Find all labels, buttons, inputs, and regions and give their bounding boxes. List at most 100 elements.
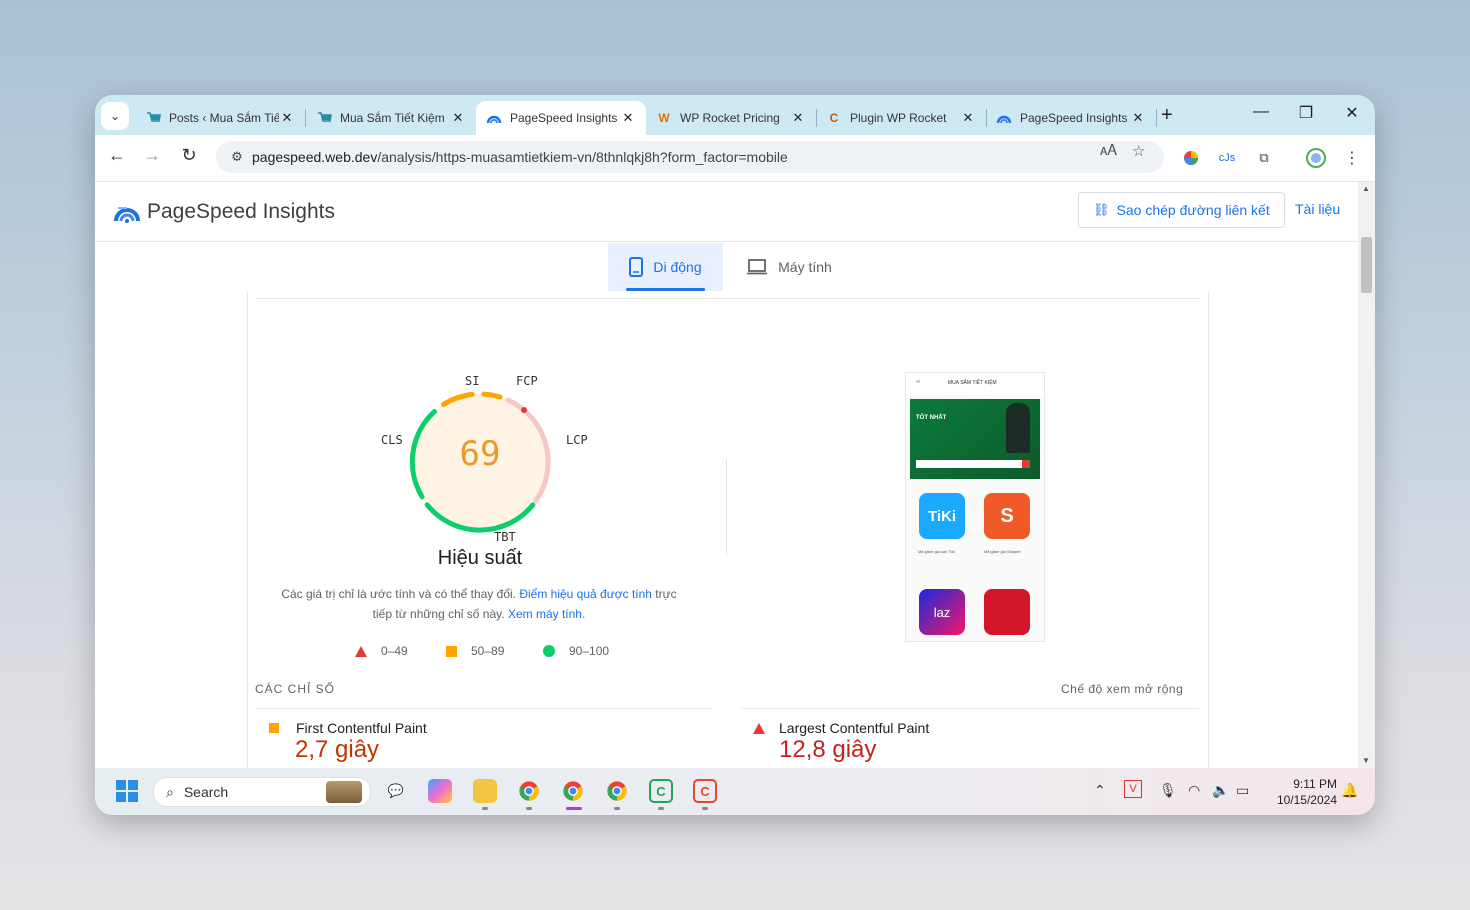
divider: [255, 708, 713, 709]
close-window-icon[interactable]: ✕: [1337, 103, 1367, 123]
shopee-logo: S: [984, 493, 1030, 539]
gauge-marker: [521, 407, 527, 413]
restore-icon[interactable]: ❐: [1291, 103, 1321, 123]
page-content: PageSpeed Insights ⛓ Sao chép đường liên…: [95, 182, 1358, 768]
close-icon[interactable]: ✕: [1130, 110, 1146, 126]
tab-mobile-label: Di động: [653, 259, 702, 275]
battery-icon[interactable]: ▭: [1236, 782, 1249, 799]
scroll-down-arrow-icon[interactable]: ▼: [1362, 756, 1370, 765]
reload-icon[interactable]: ↻: [177, 145, 201, 166]
docs-link[interactable]: Tài liệu: [1295, 201, 1340, 217]
new-tab-icon[interactable]: +: [1161, 104, 1173, 127]
clock-time: 9:11 PM: [1293, 777, 1337, 791]
close-icon[interactable]: ✕: [450, 110, 466, 126]
notification-bell-icon[interactable]: 🔔: [1341, 782, 1358, 799]
gauge-label-fcp: FCP: [516, 374, 538, 388]
vertical-scrollbar[interactable]: ▲ ▼: [1358, 182, 1375, 768]
pagespeed-icon: [486, 110, 502, 126]
fahasa-logo: [984, 589, 1030, 635]
volume-icon[interactable]: 🔈: [1212, 782, 1229, 799]
windows-start-icon[interactable]: [116, 780, 138, 802]
translate-icon[interactable]: 🗚: [1100, 142, 1117, 159]
tab-plugin-wp-rocket[interactable]: C Plugin WP Rocket ✕: [816, 101, 986, 135]
tab-divider: [1156, 109, 1157, 127]
active-indicator: [566, 807, 582, 810]
tab-desktop[interactable]: Máy tính: [739, 243, 839, 291]
calculator-link[interactable]: Xem máy tính.: [508, 607, 585, 621]
site-settings-icon[interactable]: ⚙: [222, 149, 252, 165]
running-indicator: [658, 807, 664, 810]
camtasia-recorder-icon[interactable]: C: [693, 779, 717, 803]
gauge-label-lcp: LCP: [566, 433, 588, 447]
tab-title: Posts ‹ Mua Sắm Tiết Kiệm: [169, 111, 279, 125]
close-icon[interactable]: ✕: [279, 110, 295, 126]
tab-mobile[interactable]: Di động: [608, 243, 723, 291]
tab-pagespeed-active[interactable]: PageSpeed Insights ✕: [476, 101, 646, 135]
close-icon[interactable]: ✕: [960, 110, 976, 126]
close-icon[interactable]: ✕: [790, 110, 806, 126]
chrome-profile-icon[interactable]: [605, 779, 629, 803]
bookmark-star-icon[interactable]: ☆: [1132, 142, 1145, 160]
tab-title: PageSpeed Insights: [510, 111, 618, 125]
tab-mua-sam[interactable]: Mua Sắm Tiết Kiệm ✕: [306, 101, 476, 135]
thumb-banner: TỐT NHẤT: [910, 399, 1040, 479]
close-icon[interactable]: ✕: [620, 110, 636, 126]
vietkey-icon[interactable]: V: [1124, 780, 1142, 798]
microphone-icon[interactable]: 🎙: [1159, 782, 1177, 799]
tab-title: PageSpeed Insights: [1020, 111, 1128, 125]
hamburger-icon: ≡: [916, 379, 921, 386]
gauge-label-tbt: TBT: [494, 530, 516, 544]
taskbar-search-label: Search: [183, 784, 229, 800]
average-square-icon: [269, 723, 279, 733]
tab-title: Mua Sắm Tiết Kiệm: [340, 111, 445, 125]
scrollbar-thumb[interactable]: [1361, 237, 1372, 293]
tab-title: Plugin WP Rocket: [850, 111, 947, 125]
running-indicator: [702, 807, 708, 810]
metrics-heading: CÁC CHỈ SỐ: [255, 682, 336, 696]
browser-window: ⌄ Posts ‹ Mua Sắm Tiết Kiệm ✕ Mua Sắm Ti…: [95, 95, 1375, 815]
address-bar[interactable]: ⚙ pagespeed.web.dev/analysis/https-muasa…: [216, 141, 1164, 173]
divider: [741, 708, 1199, 709]
metric-lcp: Largest Contentful Paint: [751, 720, 929, 736]
score-calculation-link[interactable]: Điểm hiệu quả được tính: [519, 587, 652, 601]
browser-toolbar: ← → ↻ ⚙ pagespeed.web.dev/analysis/https…: [95, 135, 1375, 182]
thumb-header: ≡ MUA SẮM TIẾT KIỆM: [906, 373, 1044, 395]
clock[interactable]: 9:11 PM 10/15/2024: [1265, 776, 1337, 808]
camtasia-icon[interactable]: C: [649, 779, 673, 803]
tab-posts[interactable]: Posts ‹ Mua Sắm Tiết Kiệm ✕: [135, 101, 305, 135]
chevron-up-icon[interactable]: ⌃: [1094, 782, 1106, 799]
psi-header: PageSpeed Insights ⛓ Sao chép đường liên…: [95, 182, 1358, 242]
wifi-icon[interactable]: ◠: [1188, 782, 1200, 799]
color-wheel-extension-icon[interactable]: [1180, 147, 1202, 169]
taskbar-search[interactable]: ⌕ Search: [153, 777, 371, 807]
tab-title: WP Rocket Pricing: [680, 111, 780, 125]
lazada-logo: laz: [919, 589, 965, 635]
gauge-label-si: SI: [465, 374, 480, 388]
chrome-icon[interactable]: [517, 779, 541, 803]
performance-gauge: SI FCP LCP CLS TBT 69: [375, 372, 588, 552]
forward-arrow-icon[interactable]: →: [140, 145, 164, 166]
minimize-icon[interactable]: —: [1246, 103, 1276, 121]
back-arrow-icon[interactable]: ←: [105, 145, 129, 166]
file-explorer-icon[interactable]: [473, 779, 497, 803]
tab-wp-rocket-pricing[interactable]: W WP Rocket Pricing ✕: [646, 101, 816, 135]
tab-search-button[interactable]: ⌄: [101, 102, 129, 130]
chrome-active-icon[interactable]: [561, 779, 585, 803]
thumb-caption-tiki: Mã giảm giá sàn Tiki: [918, 549, 955, 554]
menu-dots-icon[interactable]: ⋮: [1341, 147, 1363, 169]
copy-link-button[interactable]: ⛓ Sao chép đường liên kết: [1078, 192, 1285, 228]
copy-link-label: Sao chép đường liên kết: [1116, 202, 1270, 218]
thumb-caption-shopee: Mã giảm giá Shopee: [984, 549, 1021, 554]
copilot-icon[interactable]: [428, 779, 452, 803]
tab-pagespeed-2[interactable]: PageSpeed Insights ✕: [986, 101, 1156, 135]
chat-app-icon[interactable]: 💬: [384, 779, 408, 803]
expanded-view-toggle[interactable]: Chế độ xem mở rộng: [1061, 682, 1183, 696]
cjs-extension-icon[interactable]: cJs: [1216, 147, 1238, 169]
gauge-label-cls: CLS: [381, 433, 403, 447]
profile-avatar[interactable]: [1305, 147, 1327, 169]
puzzle-extensions-icon[interactable]: ⧉: [1253, 147, 1275, 169]
fail-triangle-icon: [355, 645, 367, 657]
legend-fail: 0–49: [355, 644, 408, 658]
c-logo-icon: C: [829, 111, 839, 125]
scroll-up-arrow-icon[interactable]: ▲: [1362, 184, 1370, 193]
